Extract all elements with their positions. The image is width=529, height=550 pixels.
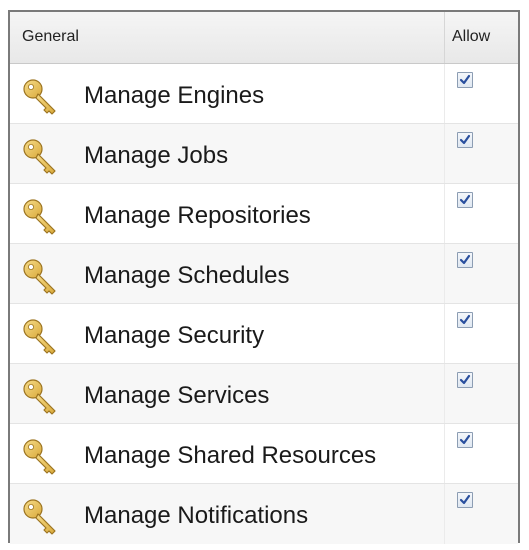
key-icon xyxy=(22,378,62,418)
allow-checkbox[interactable] xyxy=(457,192,473,208)
header-general: General xyxy=(22,28,79,45)
cell-divider xyxy=(444,484,445,544)
permission-label: Manage Services xyxy=(84,382,270,409)
permission-label: Manage Notifications xyxy=(84,502,309,529)
cell-divider xyxy=(444,124,445,183)
key-icon xyxy=(22,258,62,298)
permission-row: Manage Jobs xyxy=(10,124,518,184)
permission-row: Manage Engines xyxy=(10,64,518,124)
permission-row: Manage Notifications xyxy=(10,484,518,544)
allow-checkbox[interactable] xyxy=(457,492,473,508)
key-icon xyxy=(22,138,62,178)
header-allow: Allow xyxy=(452,28,491,45)
allow-checkbox[interactable] xyxy=(457,372,473,388)
key-icon xyxy=(22,198,62,238)
allow-checkbox[interactable] xyxy=(457,432,473,448)
allow-checkbox[interactable] xyxy=(457,132,473,148)
key-icon xyxy=(22,78,62,118)
header-divider xyxy=(444,12,445,63)
permissions-panel: General Allow Manage Engines Manage Jobs… xyxy=(8,10,520,544)
cell-divider xyxy=(444,64,445,123)
permission-row: Manage Services xyxy=(10,364,518,424)
permission-label: Manage Schedules xyxy=(84,262,290,289)
cell-divider xyxy=(444,424,445,483)
cell-divider xyxy=(444,184,445,243)
permission-row: Manage Security xyxy=(10,304,518,364)
permission-label: Manage Jobs xyxy=(84,142,229,169)
allow-checkbox[interactable] xyxy=(457,312,473,328)
key-icon xyxy=(22,318,62,358)
permission-row: Manage Schedules xyxy=(10,244,518,304)
permission-row: Manage Shared Resources xyxy=(10,424,518,484)
allow-checkbox[interactable] xyxy=(457,252,473,268)
permission-label: Manage Repositories xyxy=(84,202,311,229)
permissions-header: General Allow xyxy=(10,12,518,64)
permission-label: Manage Shared Resources xyxy=(84,442,377,469)
permission-label: Manage Engines xyxy=(84,82,265,109)
permission-label: Manage Security xyxy=(84,322,265,349)
cell-divider xyxy=(444,364,445,423)
key-icon xyxy=(22,438,62,478)
permission-row: Manage Repositories xyxy=(10,184,518,244)
cell-divider xyxy=(444,304,445,363)
permissions-list: Manage Engines Manage Jobs Manage Reposi… xyxy=(10,64,518,544)
allow-checkbox[interactable] xyxy=(457,72,473,88)
key-icon xyxy=(22,498,62,538)
cell-divider xyxy=(444,244,445,303)
